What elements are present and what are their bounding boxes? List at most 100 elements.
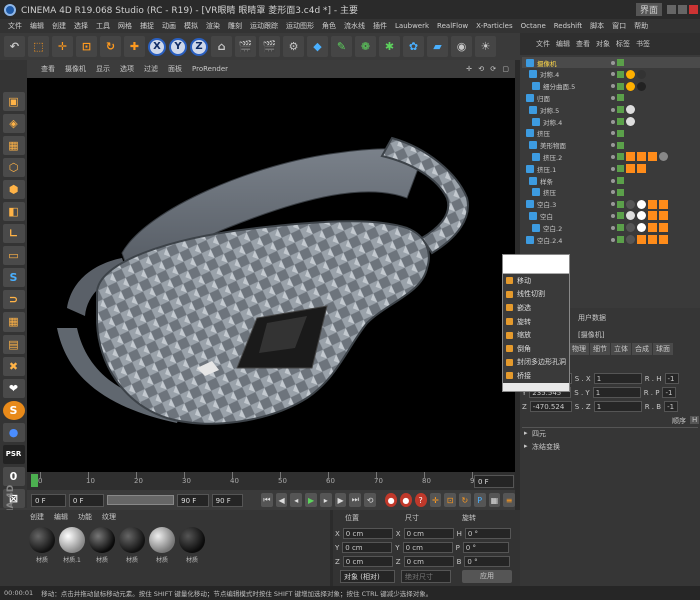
enable-check-icon[interactable] xyxy=(617,106,624,114)
go-end-icon[interactable]: ⏭ xyxy=(349,493,362,507)
scale-key-icon[interactable]: ⊡ xyxy=(444,493,457,507)
menu-item[interactable]: X-Particles xyxy=(472,22,516,30)
object-tag-icon[interactable] xyxy=(659,235,668,244)
render-settings-icon[interactable]: ⚙ xyxy=(283,36,304,57)
go-start-icon[interactable]: ⏮ xyxy=(260,493,273,507)
object-tag-icon[interactable] xyxy=(648,235,657,244)
scale-value-field[interactable]: 1 xyxy=(593,373,642,384)
menu-item[interactable]: 流水线 xyxy=(340,21,369,31)
z-axis-icon[interactable]: Z xyxy=(190,37,208,56)
frame-range-slider[interactable] xyxy=(106,495,175,505)
object-tag-icon[interactable] xyxy=(637,81,646,91)
rotation-key-icon[interactable]: ↻ xyxy=(459,493,471,507)
scale-icon[interactable]: ⊡ xyxy=(76,36,97,57)
end-frame-field-2[interactable]: 90 F xyxy=(211,493,244,507)
menu-item[interactable]: 网格 xyxy=(114,21,136,31)
menu-item[interactable]: 编辑 xyxy=(26,21,48,31)
context-menu-item[interactable]: 移动 xyxy=(503,274,569,288)
object-row[interactable]: 样条 xyxy=(522,175,700,186)
object-row[interactable]: 细分曲面.5 xyxy=(522,81,700,92)
visibility-dot[interactable] xyxy=(611,166,615,171)
rotate-icon[interactable]: ↻ xyxy=(100,36,121,57)
enable-check-icon[interactable] xyxy=(617,118,624,125)
loop-icon[interactable]: ⟲ xyxy=(364,493,376,507)
position-field[interactable]: 0 cm xyxy=(342,556,393,567)
apply-button[interactable]: 应用 xyxy=(462,570,512,583)
menu-item[interactable]: 窗口 xyxy=(608,21,630,31)
menu-item[interactable]: Octane xyxy=(517,22,550,30)
next-frame-icon[interactable]: ▸ xyxy=(319,493,332,507)
visibility-dot[interactable] xyxy=(611,154,615,159)
snap-icon[interactable]: S xyxy=(2,268,25,288)
undo-icon[interactable]: ↶ xyxy=(4,36,25,57)
scale-value-field[interactable]: 1 xyxy=(592,387,641,398)
edges-mode-icon[interactable]: ⬢ xyxy=(2,180,25,200)
viewport[interactable] xyxy=(27,78,515,472)
object-tag-icon[interactable] xyxy=(637,164,646,174)
object-tag-icon[interactable] xyxy=(626,81,635,91)
object-tag-icon[interactable] xyxy=(637,152,646,162)
rotation-value-field[interactable]: -1 xyxy=(664,373,679,384)
context-menu-item[interactable]: 缩放 xyxy=(503,328,569,342)
visibility-dot[interactable] xyxy=(611,237,615,242)
attribute-tab[interactable]: 物理 xyxy=(569,343,589,355)
menu-item[interactable]: 角色 xyxy=(318,21,340,31)
grid-icon[interactable]: ▦ xyxy=(2,312,25,332)
visibility-dot[interactable] xyxy=(611,107,615,112)
enable-check-icon[interactable] xyxy=(617,200,624,208)
attribute-tab[interactable]: 细节 xyxy=(590,343,610,355)
render-picture-icon[interactable]: 🎬 xyxy=(259,36,280,57)
material-menu-item[interactable]: 功能 xyxy=(78,512,92,522)
layout-label[interactable]: 界面 xyxy=(635,3,662,16)
object-row[interactable]: 对称.4 xyxy=(522,116,700,127)
context-menu-item[interactable]: 线性切割 xyxy=(503,287,569,302)
position-key-icon[interactable]: ✛ xyxy=(429,493,442,507)
size-field[interactable]: 0 cm xyxy=(403,556,454,567)
minimize-icon[interactable] xyxy=(667,5,676,14)
visibility-dot[interactable] xyxy=(611,60,615,65)
visibility-dot[interactable] xyxy=(611,72,615,77)
attribute-section[interactable]: 四元 xyxy=(532,429,546,439)
object-row[interactable]: 挤压.1 xyxy=(522,163,700,174)
object-row[interactable]: 对称.4 xyxy=(522,69,700,80)
object-menu-item[interactable]: 书签 xyxy=(636,39,650,49)
rotation-value-field[interactable]: -1 xyxy=(662,387,677,398)
camera-icon[interactable]: ◉ xyxy=(451,36,472,57)
material-item[interactable]: 材质.1 xyxy=(58,527,86,569)
material-item[interactable]: 材质 xyxy=(148,527,176,569)
object-row[interactable]: 空白 xyxy=(522,210,700,221)
close-icon[interactable] xyxy=(689,5,698,14)
visibility-dot[interactable] xyxy=(611,131,615,136)
menu-item[interactable]: 选择 xyxy=(70,21,92,31)
symmetry-icon[interactable]: ✖ xyxy=(2,356,25,376)
menu-item[interactable]: 运动图形 xyxy=(282,21,318,31)
cube-icon[interactable]: ◆ xyxy=(307,36,328,57)
coord-mode-dropdown[interactable]: 对象 (相对) xyxy=(340,570,395,583)
object-tag-icon[interactable] xyxy=(637,199,646,209)
enable-check-icon[interactable] xyxy=(617,70,624,78)
workplane-icon[interactable]: ▤ xyxy=(2,334,25,354)
scene-icon[interactable]: ▰ xyxy=(427,36,448,57)
object-row[interactable]: 挤压.2 xyxy=(522,151,700,162)
viewport-menu-item[interactable]: 摄像机 xyxy=(65,64,86,74)
subdivision-icon[interactable]: ❁ xyxy=(355,36,376,57)
object-tag-icon[interactable] xyxy=(626,105,635,115)
position-field[interactable]: 0 cm xyxy=(342,528,393,539)
magnet-icon[interactable]: ⊃ xyxy=(2,290,25,310)
heart-icon[interactable]: ❤ xyxy=(2,378,25,398)
object-tag-icon[interactable] xyxy=(626,69,635,79)
position-value-field[interactable]: -470.524 xyxy=(529,401,572,412)
render-view-icon[interactable]: 🎬 xyxy=(235,36,256,57)
menu-item[interactable]: 文件 xyxy=(4,21,26,31)
maximize-icon[interactable] xyxy=(678,5,687,14)
timeline-end-field[interactable]: 0 F xyxy=(474,475,514,488)
visibility-dot[interactable] xyxy=(611,202,615,207)
object-row[interactable]: 挤压 xyxy=(522,128,700,139)
y-axis-icon[interactable]: Y xyxy=(169,37,187,56)
enable-check-icon[interactable] xyxy=(617,59,624,66)
play-icon[interactable]: ▶ xyxy=(305,493,317,507)
object-menu-item[interactable]: 文件 xyxy=(536,39,550,49)
menu-item[interactable]: 雕刻 xyxy=(224,21,246,31)
viewport-menu-item[interactable]: 选项 xyxy=(120,64,134,74)
timeline-window-icon[interactable]: ≡ xyxy=(503,493,516,507)
